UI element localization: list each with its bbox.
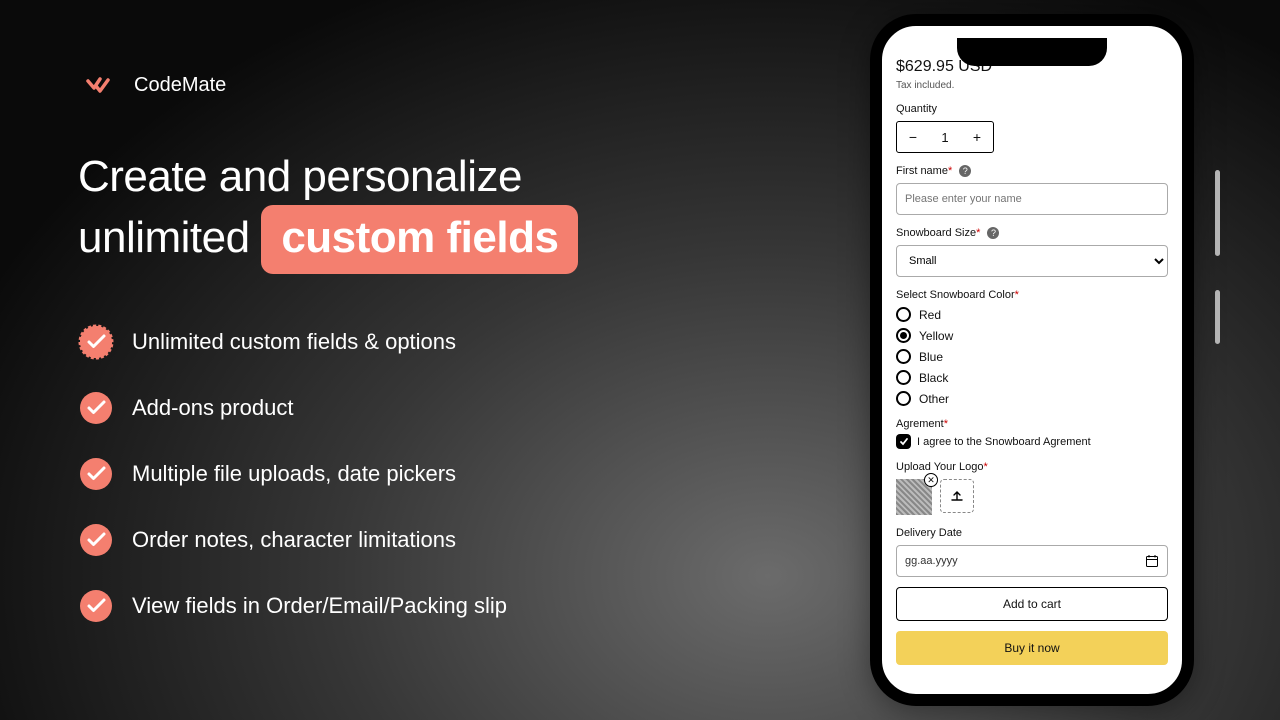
check-badge-icon xyxy=(78,390,114,426)
color-option-other[interactable]: Other xyxy=(896,391,1168,406)
phone-notch-icon xyxy=(957,38,1107,66)
check-badge-icon xyxy=(78,588,114,624)
size-select[interactable]: Small xyxy=(896,245,1168,277)
uploaded-thumbnail[interactable]: ✕ xyxy=(896,479,932,515)
feature-item: Order notes, character limitations xyxy=(78,522,718,558)
delivery-label: Delivery Date xyxy=(896,527,1168,539)
feature-text: Multiple file uploads, date pickers xyxy=(132,461,456,487)
check-badge-icon xyxy=(78,522,114,558)
feature-text: Unlimited custom fields & options xyxy=(132,329,456,355)
color-option-blue[interactable]: Blue xyxy=(896,349,1168,364)
phone-power-button-icon xyxy=(1215,170,1220,256)
headline-highlight: custom fields xyxy=(261,205,578,274)
agreement-text: I agree to the Snowboard Agrement xyxy=(917,436,1091,448)
feature-item: Add-ons product xyxy=(78,390,718,426)
agreement-checkbox-row[interactable]: I agree to the Snowboard Agrement xyxy=(896,434,1168,449)
color-option-black[interactable]: Black xyxy=(896,370,1168,385)
feature-list: Unlimited custom fields & options Add-on… xyxy=(78,324,718,624)
check-badge-icon xyxy=(78,324,114,360)
quantity-decrease-button[interactable]: − xyxy=(897,129,929,145)
check-badge-icon xyxy=(78,456,114,492)
feature-text: Order notes, character limitations xyxy=(132,527,456,553)
add-to-cart-button[interactable]: Add to cart xyxy=(896,587,1168,621)
quantity-value: 1 xyxy=(929,130,961,145)
first-name-input[interactable] xyxy=(896,183,1168,215)
feature-item: Multiple file uploads, date pickers xyxy=(78,456,718,492)
tax-note: Tax included. xyxy=(896,80,1168,91)
agreement-label: Agrement* xyxy=(896,418,1168,430)
upload-icon xyxy=(950,489,964,503)
feature-item: Unlimited custom fields & options xyxy=(78,324,718,360)
color-option-yellow[interactable]: Yellow xyxy=(896,328,1168,343)
brand-row: CodeMate xyxy=(78,64,718,106)
buy-now-button[interactable]: Buy it now xyxy=(896,631,1168,665)
size-label: Snowboard Size* ? xyxy=(896,227,1168,239)
headline-line2-pre: unlimited xyxy=(78,213,261,262)
color-label: Select Snowboard Color* xyxy=(896,289,1168,301)
phone-mockup: $629.95 USD Tax included. Quantity − 1 +… xyxy=(870,14,1194,706)
quantity-stepper[interactable]: − 1 + xyxy=(896,121,994,153)
calendar-icon xyxy=(1145,554,1159,568)
feature-item: View fields in Order/Email/Packing slip xyxy=(78,588,718,624)
delivery-date-input[interactable]: gg.aa.yyyy xyxy=(896,545,1168,577)
upload-button[interactable] xyxy=(940,479,974,513)
help-icon[interactable]: ? xyxy=(987,227,999,239)
agreement-checkbox[interactable] xyxy=(896,434,911,449)
quantity-label: Quantity xyxy=(896,103,1168,115)
headline-line1: Create and personalize xyxy=(78,152,522,201)
brand-name: CodeMate xyxy=(134,74,226,97)
help-icon[interactable]: ? xyxy=(959,165,971,177)
headline: Create and personalize unlimited custom … xyxy=(78,148,718,274)
remove-thumbnail-button[interactable]: ✕ xyxy=(924,473,938,487)
color-option-red[interactable]: Red xyxy=(896,307,1168,322)
feature-text: Add-ons product xyxy=(132,395,293,421)
quantity-increase-button[interactable]: + xyxy=(961,129,993,145)
phone-volume-button-icon xyxy=(1215,290,1220,344)
feature-text: View fields in Order/Email/Packing slip xyxy=(132,593,507,619)
first-name-label: First name* ? xyxy=(896,165,1168,177)
upload-label: Upload Your Logo* xyxy=(896,461,1168,473)
delivery-date-placeholder: gg.aa.yyyy xyxy=(905,555,958,567)
brand-logo-icon xyxy=(78,64,120,106)
